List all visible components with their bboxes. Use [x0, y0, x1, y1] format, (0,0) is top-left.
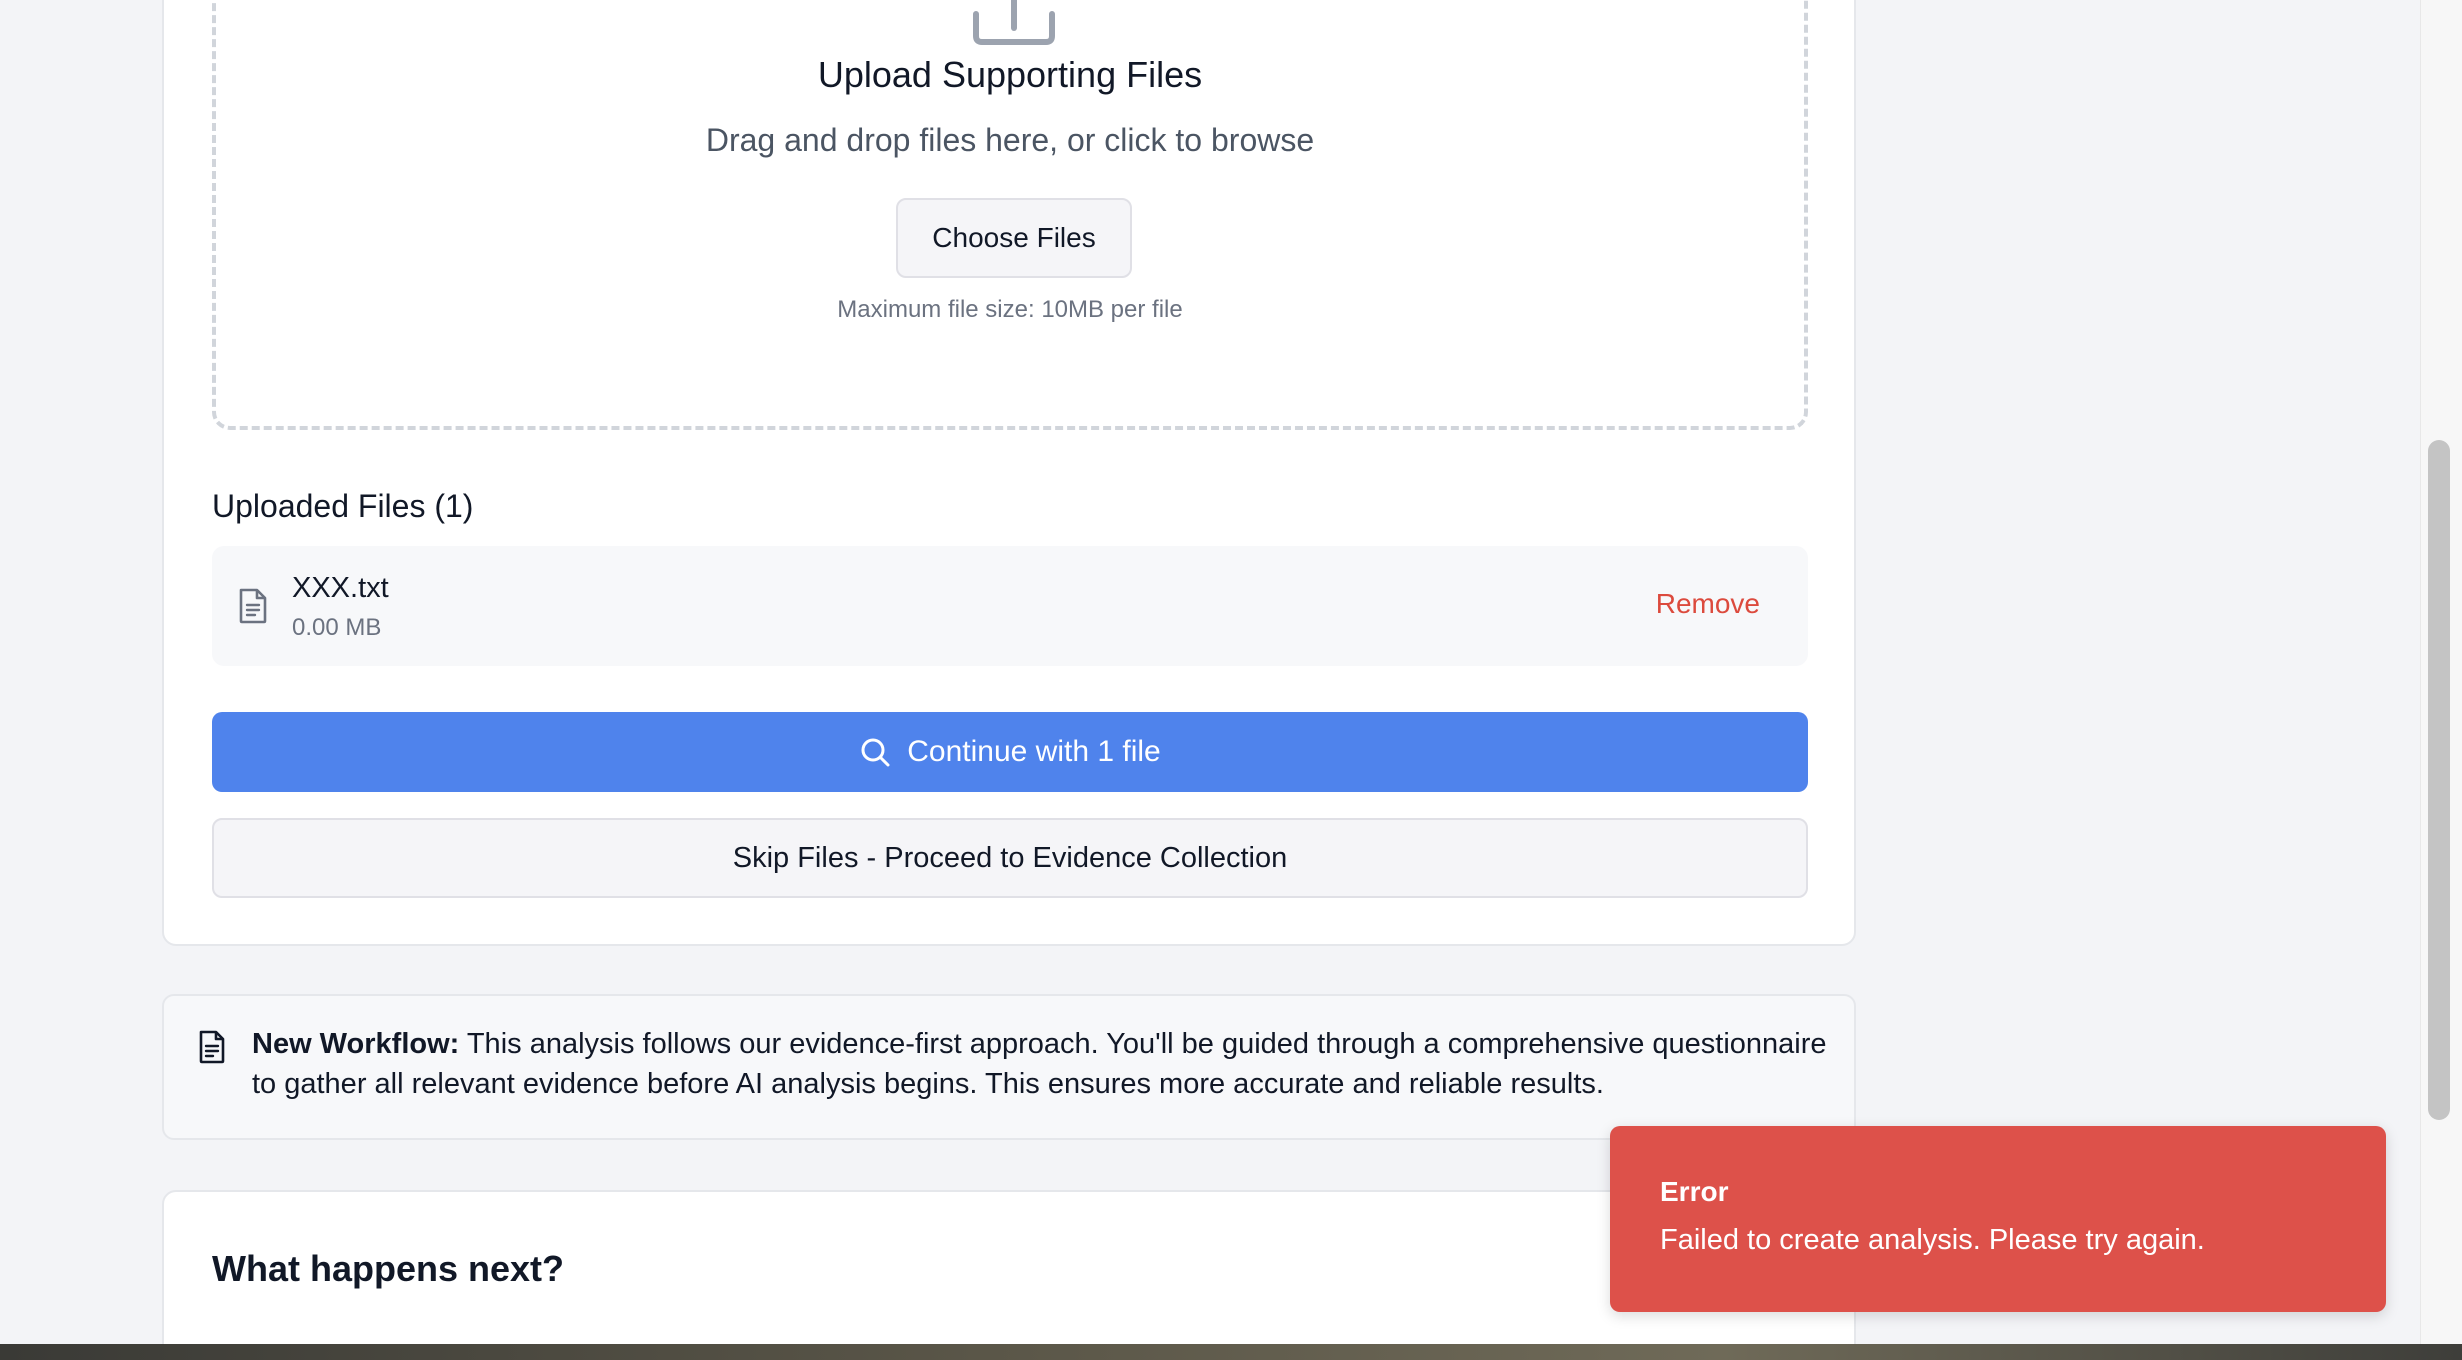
search-icon	[861, 738, 890, 767]
uploaded-file-item: XXX.txt 0.00 MB Remove	[212, 546, 1808, 666]
file-text-icon	[199, 1030, 225, 1064]
toast-title: Error	[1660, 1176, 1729, 1207]
choose-files-button[interactable]: Choose Files	[896, 198, 1132, 278]
dropzone-title: Upload Supporting Files	[817, 54, 1203, 95]
remove-file-button[interactable]: Remove	[1656, 588, 1760, 620]
file-dropzone[interactable]: Upload Supporting Files Drag and drop fi…	[212, 0, 1808, 430]
scrollbar-thumb[interactable]	[2428, 440, 2450, 1120]
skip-files-button[interactable]: Skip Files - Proceed to Evidence Collect…	[212, 818, 1808, 898]
toast-message: Failed to create analysis. Please try ag…	[1660, 1224, 2205, 1256]
workflow-info-text: New Workflow: This analysis follows our …	[252, 1024, 1832, 1104]
continue-button[interactable]: Continue with 1 file	[212, 712, 1808, 792]
continue-button-label: Continue with 1 file	[907, 735, 1161, 768]
workflow-info-label: New Workflow:	[252, 1028, 460, 1060]
next-steps-title: What happens next?	[212, 1248, 565, 1289]
dropzone-subtitle: Drag and drop files here, or click to br…	[705, 122, 1315, 158]
desktop-edge	[0, 1344, 2462, 1360]
uploaded-files-heading: Uploaded Files (1)	[212, 488, 474, 524]
workflow-info-body: This analysis follows our evidence-first…	[252, 1028, 1827, 1100]
error-toast[interactable]: Error Failed to create analysis. Please …	[1610, 1126, 2386, 1312]
file-size: 0.00 MB	[292, 614, 382, 641]
next-steps-card: What happens next?	[162, 1190, 1856, 1360]
upload-card: Upload Supporting Files Drag and drop fi…	[162, 0, 1856, 946]
max-file-size-note: Maximum file size: 10MB per file	[837, 296, 1183, 323]
workflow-info-box: New Workflow: This analysis follows our …	[162, 994, 1856, 1140]
file-name: XXX.txt	[292, 572, 389, 604]
page: Upload Supporting Files Drag and drop fi…	[0, 0, 2462, 1360]
upload-icon	[973, 0, 1055, 45]
file-text-icon	[239, 588, 267, 624]
